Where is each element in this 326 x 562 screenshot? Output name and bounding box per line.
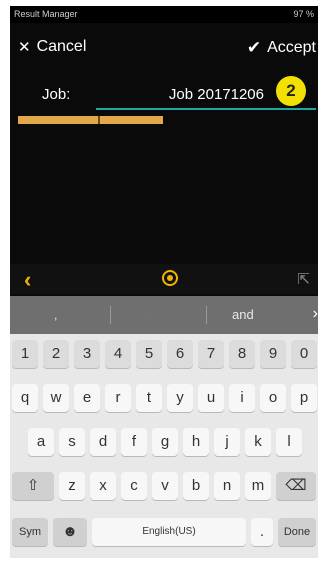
key-q[interactable]: q [12,384,38,412]
job-name-value: Job 20171206 [169,86,264,103]
cancel-label: Cancel [36,38,87,55]
key-t[interactable]: t [136,384,162,412]
shift-key[interactable]: ⇧ [12,472,54,500]
number-row: 1 2 3 4 5 6 7 8 9 0 [10,340,318,370]
checkmark-icon: ✔ [246,38,262,57]
accept-label: Accept [267,39,316,56]
key-5[interactable]: 5 [136,340,162,368]
key-d[interactable]: d [90,428,116,456]
app-screen: Result Manager 97 % ✕ Cancel ✔ Accept Jo… [10,6,318,558]
job-name-text: Job 20171206 [168,86,264,103]
target-icon[interactable] [162,270,178,286]
key-l[interactable]: l [276,428,302,456]
key-j[interactable]: j [214,428,240,456]
key-k[interactable]: k [245,428,271,456]
share-icon[interactable]: ⇱ [297,270,310,288]
key-a[interactable]: a [28,428,54,456]
key-h[interactable]: h [183,428,209,456]
status-app-name: Result Manager [14,9,78,19]
suggestion-divider [110,306,111,324]
suggestion-bar: , . and › [10,296,318,334]
key-m[interactable]: m [245,472,271,500]
key-s[interactable]: s [59,428,85,456]
soft-keyboard: , . and › 1 2 3 4 5 6 7 8 9 0 q w e r t … [10,296,318,558]
key-2[interactable]: 2 [43,340,69,368]
key-w[interactable]: w [43,384,69,412]
key-f[interactable]: f [121,428,147,456]
qwerty-row: q w e r t y u i o p [10,384,318,414]
key-8[interactable]: 8 [229,340,255,368]
asdf-row: a s d f g h j k l [10,428,318,458]
action-bar: ✕ Cancel ✔ Accept [10,32,318,66]
key-g[interactable]: g [152,428,178,456]
job-row: Job: Job 20171206 [10,78,318,112]
key-x[interactable]: x [90,472,116,500]
accept-button[interactable]: ✔ Accept [247,38,316,58]
suggestion-2[interactable]: . [148,308,151,322]
key-6[interactable]: 6 [167,340,193,368]
bottom-toolbar: ‹ ⇱ [10,264,318,294]
job-label: Job: [42,86,71,103]
key-v[interactable]: v [152,472,178,500]
backspace-key[interactable]: ⌫ [276,472,316,500]
suggestion-3[interactable]: and [232,307,254,322]
battery-level: 97 % [293,9,314,19]
key-p[interactable]: p [291,384,317,412]
suggestion-divider [206,306,207,324]
close-icon: ✕ [18,39,31,56]
key-4[interactable]: 4 [105,340,131,368]
key-7[interactable]: 7 [198,340,224,368]
cancel-button[interactable]: ✕ Cancel [18,38,86,56]
key-e[interactable]: e [74,384,100,412]
bottom-key-row: Sym ☻ English(US) . Done [10,518,318,548]
key-u[interactable]: u [198,384,224,412]
key-o[interactable]: o [260,384,286,412]
key-1[interactable]: 1 [12,340,38,368]
suggestion-next-icon[interactable]: › [313,305,318,323]
key-b[interactable]: b [183,472,209,500]
key-i[interactable]: i [229,384,255,412]
status-bar: Result Manager 97 % [10,6,318,23]
space-key[interactable]: English(US) [92,518,246,546]
key-r[interactable]: r [105,384,131,412]
period-key[interactable]: . [251,518,273,546]
key-n[interactable]: n [214,472,240,500]
key-3[interactable]: 3 [74,340,100,368]
key-9[interactable]: 9 [260,340,286,368]
step-badge: 2 [276,76,306,106]
key-z[interactable]: z [59,472,85,500]
key-c[interactable]: c [121,472,147,500]
done-key[interactable]: Done [278,518,316,546]
key-0[interactable]: 0 [291,340,317,368]
chevron-left-icon[interactable]: ‹ [24,267,31,293]
emoji-key[interactable]: ☻ [53,518,87,546]
zxcv-row: ⇧ z x c v b n m ⌫ [10,472,318,502]
suggestion-1[interactable]: , [54,308,57,322]
progress-marker [98,116,100,124]
progress-bar [18,116,163,124]
key-y[interactable]: y [167,384,193,412]
sym-key[interactable]: Sym [12,518,48,546]
